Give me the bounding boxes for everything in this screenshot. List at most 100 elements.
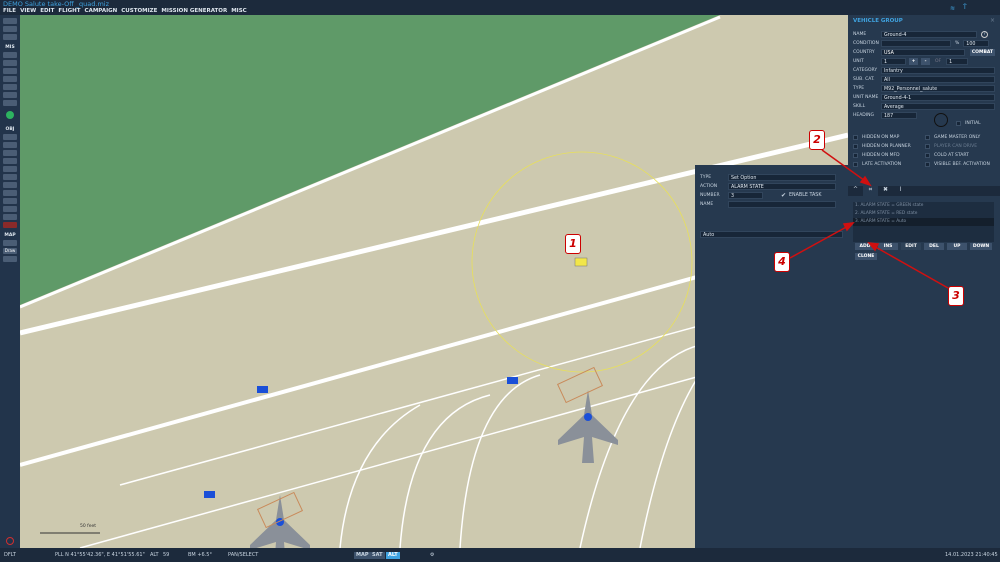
game-master-only-checkbox[interactable]: GAME MASTER ONLY (925, 135, 980, 140)
type-select[interactable]: M92_Personnel_salute (881, 85, 995, 92)
checkbox-label: COLD AT START (934, 153, 969, 158)
skill-select[interactable]: Average (881, 103, 995, 110)
menu-file[interactable]: FILE (3, 8, 16, 15)
menu-view[interactable]: VIEW (20, 8, 36, 15)
layer-select[interactable]: DFLT (4, 548, 16, 562)
condition-label: CONDITION (853, 41, 879, 46)
obj-formation-button[interactable] (3, 206, 17, 212)
globe-icon[interactable] (6, 111, 14, 119)
heading-stepper[interactable]: 187 (881, 112, 917, 119)
category-select[interactable]: Infantry (881, 67, 995, 74)
insert-task-button[interactable]: INS (878, 243, 898, 250)
edit-task-button[interactable]: EDIT (901, 243, 921, 250)
hidden-on-planner-checkbox[interactable]: HIDDEN ON PLANNER (853, 144, 911, 149)
checkbox-label: PLAYER CAN DRIVE (934, 144, 978, 149)
subcat-label: SUB. CAT. (853, 77, 875, 82)
cold-at-start-checkbox[interactable]: COLD AT START (925, 153, 969, 158)
close-icon[interactable]: × (990, 17, 995, 24)
check-icon[interactable]: ✔ (781, 192, 786, 199)
checkbox-label: GAME MASTER ONLY (934, 135, 981, 140)
delete-icon[interactable] (3, 222, 17, 228)
initial-checkbox[interactable]: INITIAL (956, 121, 981, 126)
briefing-button[interactable] (3, 52, 17, 58)
help-icon[interactable]: ? (981, 31, 988, 38)
add-helicopter-button[interactable] (3, 68, 17, 74)
unit-stepper[interactable]: 1 (881, 58, 906, 65)
settings-icon[interactable]: ⚙ (430, 548, 434, 562)
name-label: NAME (853, 32, 867, 37)
obj-ship-button[interactable] (3, 150, 17, 156)
task-item-selected[interactable]: 3. ALARM STATE = Auto (853, 218, 994, 226)
move-down-button[interactable]: DOWN (970, 243, 992, 250)
condition-stepper[interactable]: 100 (963, 40, 990, 47)
alt-label: ALT (150, 552, 159, 558)
measure-button[interactable] (3, 256, 17, 262)
move-up-button[interactable]: UP (947, 243, 967, 250)
menu-customize[interactable]: CUSTOMIZE (121, 8, 157, 15)
obj-helicopter-button[interactable] (3, 142, 17, 148)
add-ship-button[interactable] (3, 76, 17, 82)
obj-zone-button[interactable] (3, 174, 17, 180)
combat-button[interactable]: COMBAT (970, 49, 995, 56)
visible-before-activation-checkbox[interactable]: VISIBLE BEF. ACTIVATION (925, 162, 990, 167)
check-icon[interactable] (3, 92, 17, 98)
country-select[interactable]: USA (881, 49, 965, 56)
unit-label: UNIT (853, 59, 864, 64)
menu-misc[interactable]: MISC (231, 8, 247, 15)
unit-name-input[interactable]: Ground-4-1 (881, 94, 995, 101)
new-file-button[interactable] (3, 18, 17, 24)
obj-static-button[interactable] (3, 166, 17, 172)
route-tab-icon[interactable]: ^ (848, 186, 863, 196)
draw-button[interactable]: Draw (3, 248, 17, 254)
hidden-on-map-checkbox[interactable]: HIDDEN ON MAP (853, 135, 899, 140)
task-list[interactable]: 1. ALARM STATE = GREEN state 2. ALARM ST… (853, 202, 994, 242)
obj-template-button[interactable] (3, 182, 17, 188)
obj-vehicle-button[interactable] (3, 158, 17, 164)
save-file-button[interactable] (3, 34, 17, 40)
add-unit-button[interactable]: + (909, 58, 918, 65)
late-activation-checkbox[interactable]: LATE ACTIVATION (853, 162, 901, 167)
obj-aircraft-button[interactable] (3, 134, 17, 140)
heading-dial[interactable] (934, 113, 948, 127)
option-value-select[interactable]: Auto (700, 231, 843, 238)
map-mode-button[interactable]: MAP (354, 551, 371, 559)
task-item[interactable]: 1. ALARM STATE = GREEN state (853, 202, 994, 210)
hidden-on-mfd-checkbox[interactable]: HIDDEN ON MFD (853, 153, 900, 158)
menu-edit[interactable]: EDIT (40, 8, 54, 15)
task-item[interactable]: 2. ALARM STATE = RED state (853, 210, 994, 218)
task-edit-panel: TYPE Set Option ACTION ALARM STATE NUMBER 3… (695, 165, 848, 548)
triggered-actions-tab-icon[interactable]: ⌗ (863, 186, 878, 196)
checkbox-label: HIDDEN ON MFD (862, 153, 900, 158)
clone-task-button[interactable]: CLONE (855, 253, 877, 260)
group-name-input[interactable]: Ground-4 (881, 31, 977, 38)
advanced-tab-icon[interactable]: ✖ (878, 186, 893, 196)
subcat-select[interactable]: All (881, 76, 995, 83)
summary-tab-icon[interactable]: I (893, 186, 908, 196)
delete-task-button[interactable]: DEL (924, 243, 944, 250)
obj-target-button[interactable] (3, 198, 17, 204)
remove-unit-button[interactable]: - (921, 58, 930, 65)
add-vehicle-button[interactable] (3, 84, 17, 90)
open-file-button[interactable] (3, 26, 17, 32)
number-stepper[interactable]: 3 (728, 192, 763, 199)
sat-mode-button[interactable]: SAT (370, 551, 385, 559)
unit-count[interactable]: 1 (946, 58, 969, 65)
condition-bar[interactable] (881, 40, 951, 47)
action-select[interactable]: ALARM STATE (728, 183, 836, 190)
menu-campaign[interactable]: CAMPAIGN (85, 8, 118, 15)
add-task-button[interactable]: ADD (855, 243, 875, 250)
ruler-button[interactable] (3, 240, 17, 246)
obj-shapes-button[interactable] (3, 214, 17, 220)
power-icon[interactable] (6, 537, 14, 545)
trigger-button[interactable] (3, 100, 17, 106)
add-aircraft-button[interactable] (3, 60, 17, 66)
menu-mission-generator[interactable]: MISSION GENERATOR (161, 8, 227, 15)
obj-circle-button[interactable] (3, 190, 17, 196)
annotation-3: 3 (948, 286, 964, 306)
alt-mode-button[interactable]: ALT (386, 551, 400, 559)
name-input[interactable] (728, 201, 836, 208)
player-can-drive-checkbox[interactable]: PLAYER CAN DRIVE (925, 144, 977, 149)
number-label: NUMBER (700, 193, 720, 198)
menu-flight[interactable]: FLIGHT (58, 8, 80, 15)
type-select[interactable]: Set Option (728, 174, 836, 181)
